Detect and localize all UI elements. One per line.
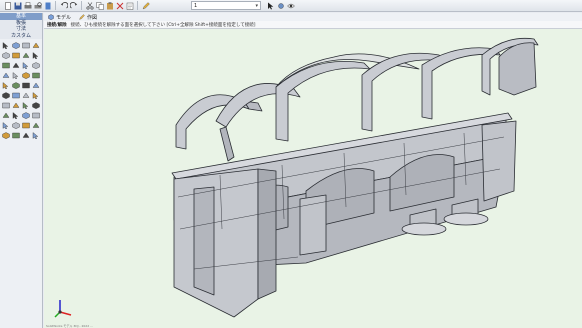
tab-drawing-label: 作図 [87,14,98,21]
toolbar-separator [55,1,56,10]
palette-row [1,71,41,79]
plane-icon[interactable] [32,91,41,99]
palette-row [1,61,41,69]
fillet-icon[interactable] [22,71,31,79]
weld-icon[interactable] [22,101,31,109]
delete-icon[interactable] [115,1,124,10]
box-icon[interactable] [11,51,20,59]
tab-drawing[interactable]: 作図 [79,14,97,21]
palette-row [1,121,41,129]
view-tabs: モデル 作図 [44,13,582,21]
layer-icon[interactable] [1,121,10,129]
array-icon[interactable] [11,81,20,89]
hint-mode-label: 接続/解除 [47,22,67,28]
fit-icon[interactable] [22,131,31,139]
view3d-icon[interactable] [32,131,41,139]
sweep-icon[interactable] [11,61,20,69]
dimension-icon[interactable] [22,111,31,119]
tool-palette [0,39,43,328]
hole-icon[interactable] [1,71,10,79]
status-text: SolidWorks モデル 3DJ - 2022 ... [46,324,93,328]
redo-icon[interactable] [69,1,78,10]
revolve-icon[interactable] [22,61,31,69]
new-icon[interactable] [3,1,12,10]
palette-row [1,101,41,109]
palette-row [1,41,41,49]
select-box-icon[interactable] [11,41,20,49]
section-icon[interactable] [1,111,10,119]
flange-icon[interactable] [11,101,20,109]
tab-model-label: モデル [56,14,72,21]
cylinder-icon[interactable] [32,51,41,59]
arch-cover-3 [275,53,420,142]
note-icon[interactable] [32,111,41,119]
frame-right [481,120,517,202]
paste-icon[interactable] [105,1,114,10]
3d-viewport[interactable]: SolidWorks モデル 3DJ - 2022 ... [44,29,582,328]
plate-icon[interactable] [22,51,31,59]
show-icon[interactable] [32,121,41,129]
copy-icon[interactable] [95,1,104,10]
move-icon[interactable] [22,41,31,49]
hint-text: 接続、ひも接続を解除する面を選択して下さい [Ctrl+全解除 Shift+接続… [70,22,256,28]
layer-select[interactable]: 1 ▾ [191,1,261,10]
app-window: 1 ▾ 基本 板張 寸法 カスタム モデル 作図 接続/解除 接続、ひも接続を解… [0,0,582,328]
extrude-icon[interactable] [1,61,10,69]
mode-menu: 基本 板張 寸法 カスタム [0,13,43,39]
rotate-icon[interactable] [32,41,41,49]
mirror-icon[interactable] [1,81,10,89]
print-icon[interactable] [23,1,32,10]
drawing-icon [79,14,85,20]
main-toolbar: 1 ▾ [0,0,582,12]
layer-select-value: 1 [194,2,198,9]
tools-icon[interactable] [276,1,285,10]
measure-icon[interactable] [11,111,20,119]
document-icon[interactable] [43,1,52,10]
chevron-down-icon: ▾ [255,2,258,9]
cut-icon[interactable] [85,1,94,10]
toolbar-separator [137,1,138,10]
palette-row [1,91,41,99]
tab-model[interactable]: モデル [48,14,71,21]
pen-icon[interactable] [141,1,150,10]
undo-icon[interactable] [59,1,68,10]
hide-icon[interactable] [22,121,31,129]
model-icon [48,14,54,20]
copy-icon[interactable] [22,81,31,89]
clipboard-icon[interactable] [125,1,134,10]
palette-row [1,51,41,59]
print-preview-icon[interactable] [33,1,42,10]
axis-triad-icon [54,300,72,318]
select-arrow-icon[interactable] [1,41,10,49]
palette-row [1,131,41,139]
save-icon[interactable] [13,1,22,10]
arch-cover-6 [481,37,539,96]
frame-left [173,168,259,318]
steel-structure-model[interactable] [44,29,582,328]
view-icon[interactable] [286,1,295,10]
cube-icon[interactable] [1,51,10,59]
pointer-icon[interactable] [266,1,275,10]
zoom-icon[interactable] [1,131,10,139]
color-icon[interactable] [11,121,20,129]
pan-icon[interactable] [11,131,20,139]
hint-bar: 接続/解除 接続、ひも接続を解除する面を選択して下さい [Ctrl+全解除 Sh… [44,21,582,29]
toolbar-separator [81,1,82,10]
edge-icon[interactable] [11,91,20,99]
offset-icon[interactable] [32,81,41,89]
face-icon[interactable] [1,91,10,99]
palette-row [1,111,41,119]
gusset-icon[interactable] [32,101,41,109]
bend-icon[interactable] [1,101,10,109]
palette-row [1,81,41,89]
cut-icon[interactable] [11,71,20,79]
vertex-icon[interactable] [22,91,31,99]
loft-icon[interactable] [32,61,41,69]
chamfer-icon[interactable] [32,71,41,79]
